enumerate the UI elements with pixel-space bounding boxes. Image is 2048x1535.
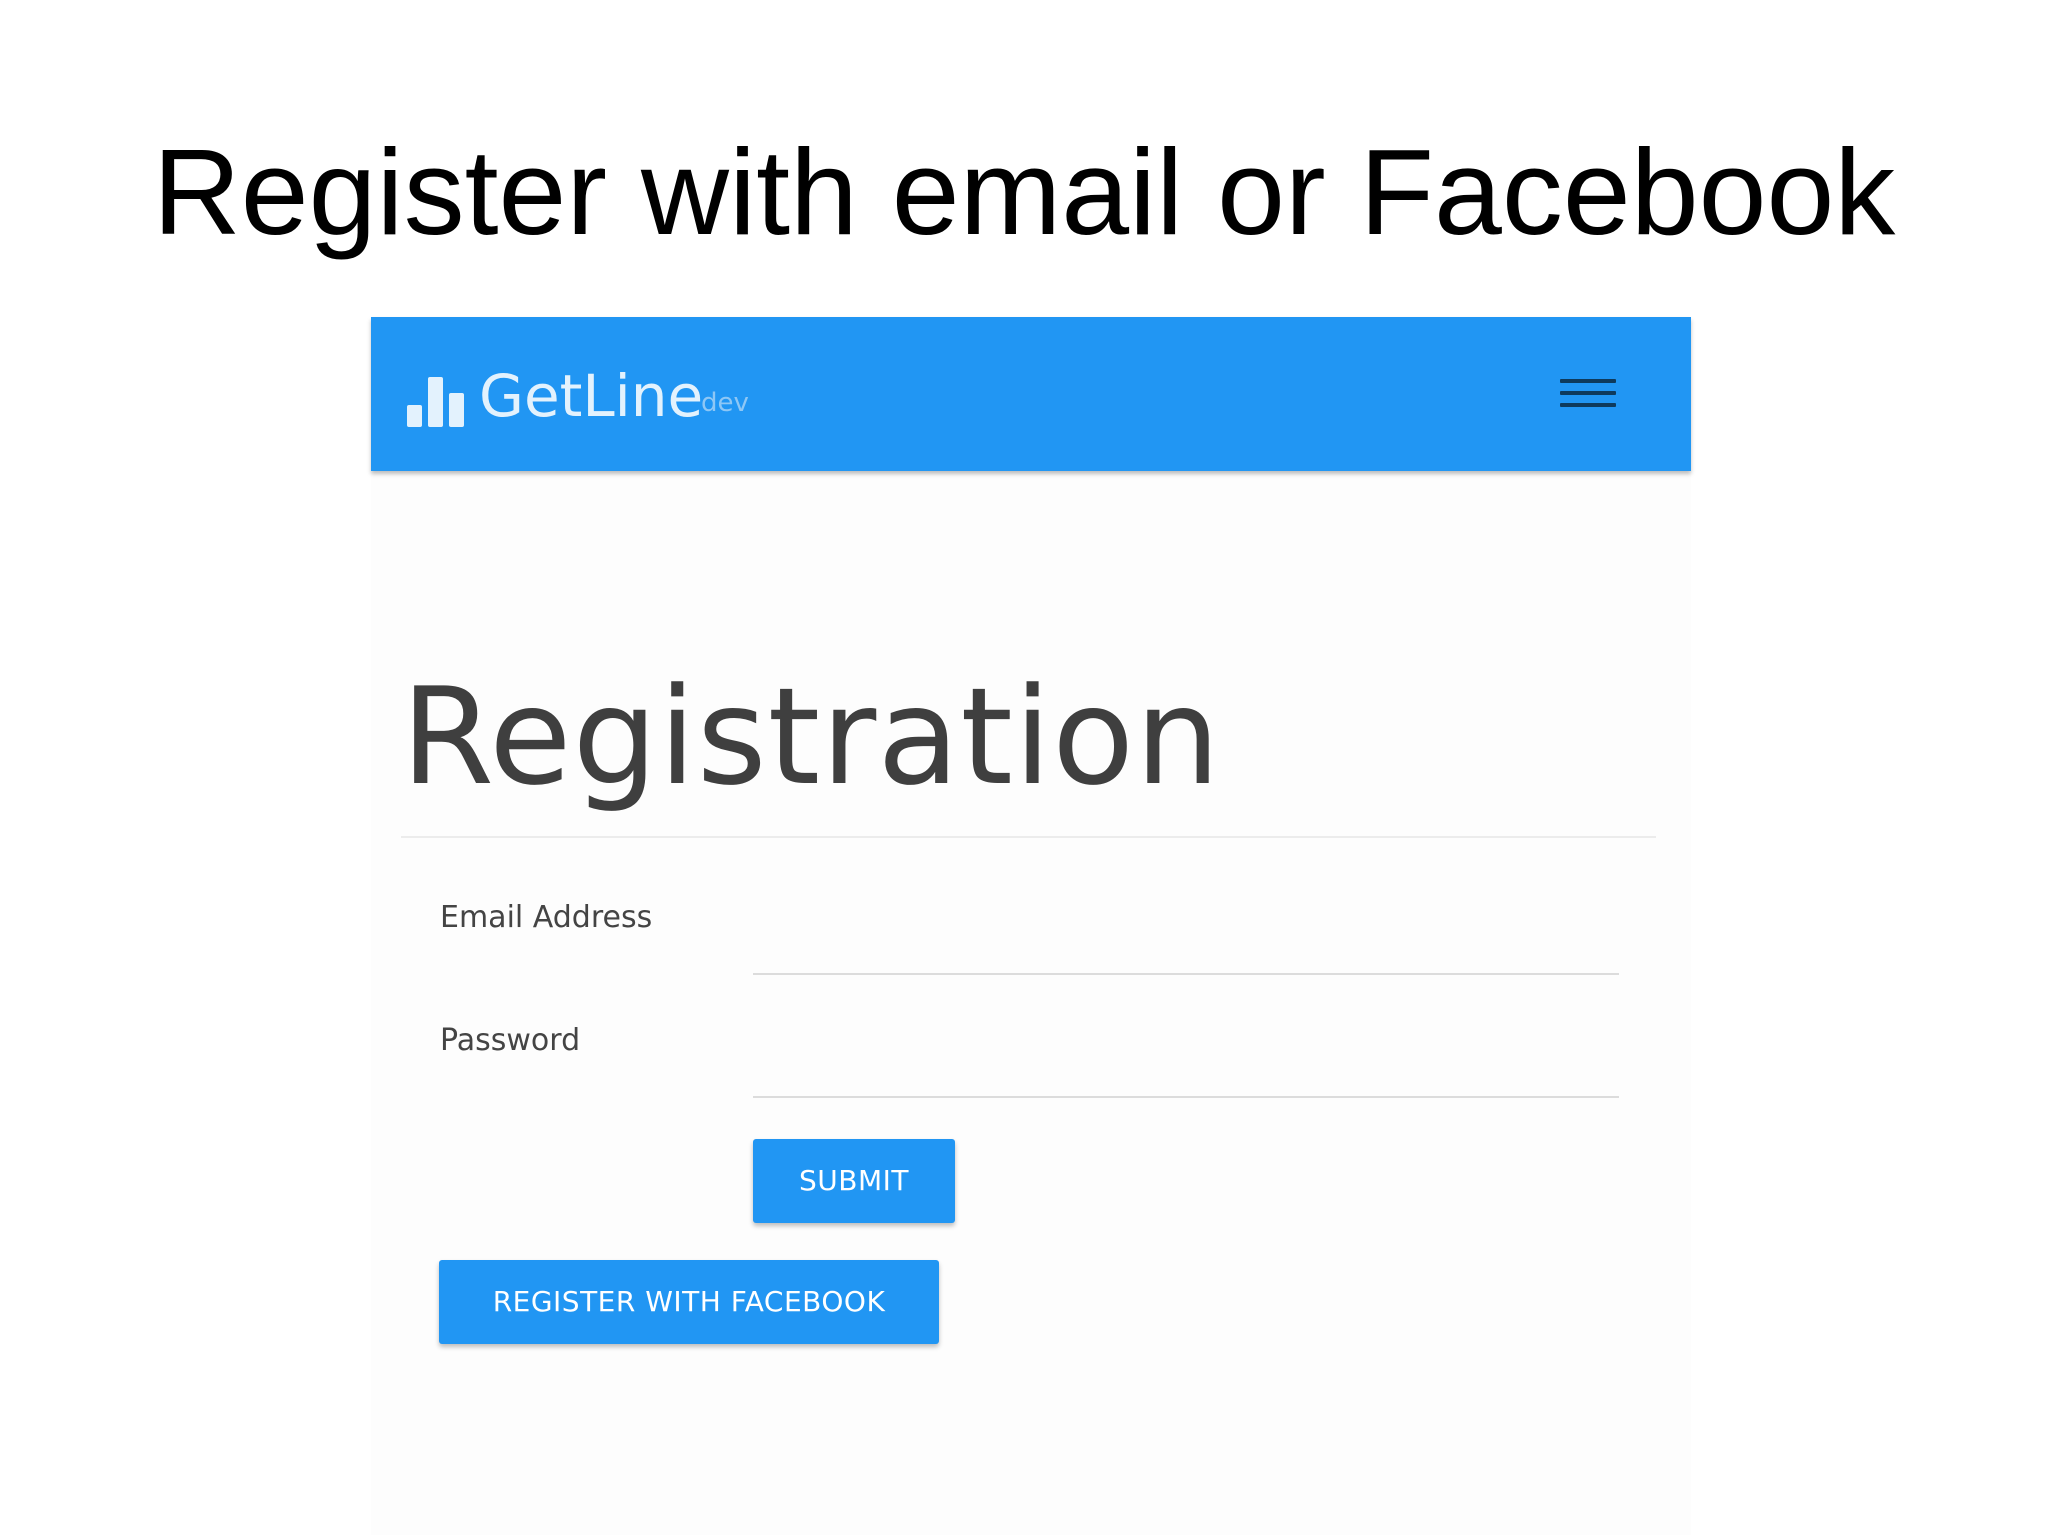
navbar: GetLine dev	[371, 317, 1691, 471]
brand-tag: dev	[701, 388, 749, 418]
app-screenshot: GetLine dev Registration Email Address P…	[371, 317, 1691, 1535]
submit-button[interactable]: SUBMIT	[753, 1139, 955, 1223]
hamburger-menu-icon[interactable]	[1560, 373, 1622, 415]
email-field[interactable]	[753, 929, 1619, 975]
email-label: Email Address	[440, 900, 653, 935]
brand-name[interactable]: GetLine	[479, 361, 703, 431]
register-with-facebook-button[interactable]: REGISTER WITH FACEBOOK	[439, 1260, 939, 1344]
slide-title: Register with email or Facebook	[152, 124, 1896, 260]
password-label: Password	[440, 1023, 581, 1058]
page-title: Registration	[401, 659, 1222, 815]
password-field[interactable]	[753, 1052, 1619, 1098]
bar-chart-icon[interactable]	[407, 377, 465, 427]
heading-divider	[401, 836, 1656, 838]
